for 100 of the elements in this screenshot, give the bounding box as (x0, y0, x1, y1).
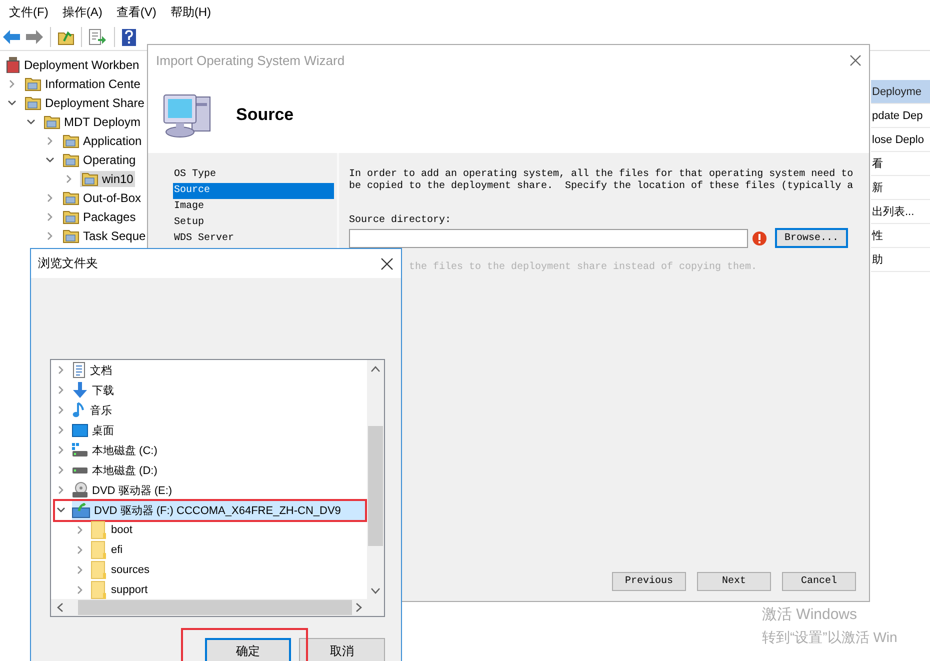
action-item[interactable]: 看 (871, 152, 930, 176)
folder-tree-item[interactable]: support (91, 580, 368, 600)
folder-tree-item[interactable]: 本地磁盘 (D:) (72, 460, 368, 480)
dialog-button[interactable]: 确定 (205, 638, 291, 661)
down-arrow-icon (72, 382, 88, 398)
action-item[interactable]: lose Deplo (871, 128, 930, 152)
scroll-right-icon[interactable] (356, 603, 362, 612)
wizard-step[interactable]: OS Type (173, 167, 334, 183)
export-list-icon[interactable] (89, 29, 107, 45)
tree-item[interactable]: Deployment Share (23, 94, 146, 110)
expand-chevron-icon[interactable] (46, 136, 54, 144)
expand-chevron-icon[interactable] (76, 566, 84, 574)
folder-icon (63, 228, 79, 242)
action-item[interactable]: 性 (871, 224, 930, 248)
expand-chevron-icon[interactable] (57, 386, 65, 394)
tree-item[interactable]: Application (61, 132, 144, 148)
folder-tree-item[interactable]: 下载 (72, 380, 368, 400)
tree-item[interactable]: Out-of-Box (61, 190, 144, 206)
expand-chevron-icon[interactable] (57, 466, 65, 474)
expand-chevron-icon[interactable] (57, 366, 65, 374)
action-item[interactable]: 助 (871, 248, 930, 272)
action-item[interactable]: 出列表... (871, 200, 930, 224)
instruction-text: be copied to the deployment share. Specify the location of these files (typically a (349, 181, 854, 193)
expand-chevron-icon[interactable] (76, 586, 84, 594)
expand-chevron-icon[interactable] (57, 426, 65, 434)
action-item[interactable]: 新 (871, 176, 930, 200)
wizard-button[interactable]: Next (697, 572, 771, 591)
dialog-button[interactable]: 取消 (299, 638, 385, 661)
expand-chevron-icon[interactable] (76, 526, 84, 534)
source-directory-field[interactable] (349, 228, 748, 248)
folder-tree-item[interactable]: 音乐 (72, 400, 368, 420)
document-icon (72, 362, 86, 378)
wizard-step[interactable]: Image (173, 199, 334, 215)
folder-icon (63, 190, 79, 204)
folder-icon (25, 76, 41, 90)
wizard-step[interactable]: Setup (173, 215, 334, 231)
disc-drive-icon (72, 502, 90, 518)
tree-item[interactable]: Packages (61, 208, 138, 224)
collapse-chevron-icon[interactable] (46, 156, 54, 164)
wizard-step[interactable]: Source (173, 183, 334, 199)
folder-icon (82, 172, 98, 186)
collapse-chevron-icon[interactable] (57, 506, 65, 514)
tree-item[interactable]: Task Seque (61, 228, 146, 244)
folder-icon (44, 114, 60, 128)
tree-item[interactable]: MDT Deploym (42, 114, 142, 130)
close-icon[interactable] (381, 258, 393, 270)
expand-chevron-icon[interactable] (8, 80, 16, 88)
close-icon[interactable] (850, 55, 861, 66)
expand-chevron-icon[interactable] (57, 486, 65, 494)
tree-item[interactable]: Information Cente (23, 76, 142, 92)
tree-item[interactable]: win10 (80, 170, 136, 186)
browse-button[interactable]: Browse... (775, 228, 848, 248)
menu-item[interactable]: 查看(V) (109, 4, 164, 20)
forward-arrow-icon[interactable] (25, 30, 43, 44)
menu-item[interactable]: 文件(F) (2, 4, 56, 20)
menu-item[interactable]: 操作(A) (55, 4, 110, 20)
desktop-icon (72, 424, 88, 436)
folder-icon (63, 134, 79, 148)
folder-tree-item[interactable]: boot (91, 520, 368, 540)
collapse-chevron-icon[interactable] (8, 98, 16, 106)
wizard-button[interactable]: Previous (612, 572, 686, 591)
horizontal-scrollbar[interactable] (51, 599, 384, 616)
expand-chevron-icon[interactable] (65, 174, 73, 182)
instruction-text: In order to add an operating system, all the files for that operating system need to (349, 169, 854, 180)
activation-notice: 激活 Windows (762, 605, 858, 625)
folder-tree-item[interactable]: efi (91, 540, 368, 560)
scroll-left-icon[interactable] (57, 603, 63, 612)
back-arrow-icon[interactable] (3, 30, 21, 44)
folder-icon (25, 96, 41, 110)
expand-chevron-icon[interactable] (57, 406, 65, 414)
folder-tree-item[interactable]: DVD 驱动器 (E:) (72, 480, 368, 500)
tree-item[interactable]: Operating (61, 152, 138, 168)
option-label: the files to the deployment share instead of copying them. (409, 262, 758, 273)
action-item[interactable]: pdate Dep (871, 104, 930, 128)
folder-tree-item[interactable]: 文档 (72, 360, 368, 380)
expand-chevron-icon[interactable] (76, 546, 84, 554)
vertical-scrollbar[interactable] (367, 360, 384, 600)
wizard-step[interactable]: WDS Server (173, 231, 334, 247)
wizard-button[interactable]: Cancel (782, 572, 856, 591)
music-note-icon (72, 402, 86, 418)
folder-icon (63, 210, 79, 224)
expand-chevron-icon[interactable] (46, 212, 54, 220)
folder-tree-item[interactable]: DVD 驱动器 (F:) CCCOMA_X64FRE_ZH-CN_DV9 (72, 500, 368, 520)
folder-tree-item[interactable]: 桌面 (72, 420, 368, 440)
collapse-chevron-icon[interactable] (27, 118, 35, 126)
help-icon[interactable] (122, 28, 136, 46)
scroll-down-icon[interactable] (371, 588, 380, 594)
expand-chevron-icon[interactable] (46, 232, 54, 240)
expand-chevron-icon[interactable] (46, 194, 54, 202)
folder-tree-item[interactable]: 本地磁盘 (C:) (72, 440, 368, 460)
action-item[interactable]: Deployme (871, 80, 930, 104)
folder-icon (63, 152, 79, 166)
up-folder-icon[interactable] (58, 29, 74, 45)
menu-item[interactable]: 帮助(H) (163, 4, 218, 20)
folder-icon (91, 521, 107, 539)
workbench-icon (6, 56, 20, 72)
scroll-up-icon[interactable] (371, 366, 380, 372)
expand-chevron-icon[interactable] (57, 446, 65, 454)
tree-item[interactable]: Deployment Workben (4, 56, 142, 74)
folder-tree-item[interactable]: sources (91, 560, 368, 580)
